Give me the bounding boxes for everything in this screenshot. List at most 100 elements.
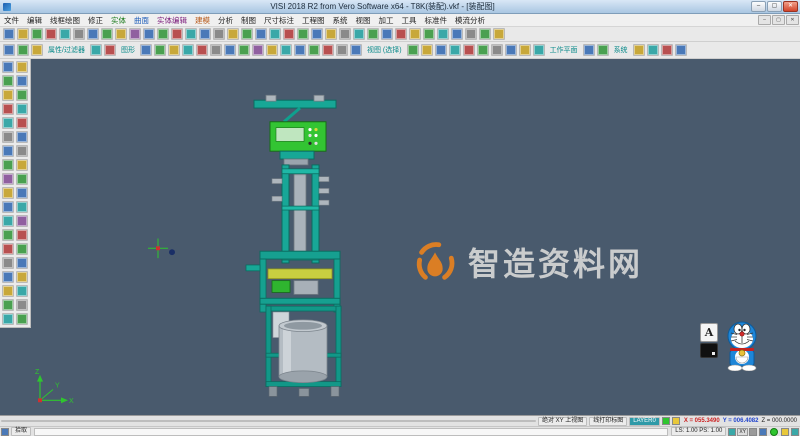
tool-icon[interactable] xyxy=(632,44,645,56)
tool-icon[interactable] xyxy=(139,44,152,56)
menu-item[interactable]: 实体编辑 xyxy=(153,15,191,26)
tool-icon[interactable] xyxy=(16,173,28,185)
tool-icon[interactable] xyxy=(73,28,85,40)
tool-icon[interactable] xyxy=(406,44,419,56)
menu-item[interactable]: 建模 xyxy=(191,15,214,26)
layer-color-chip[interactable] xyxy=(661,417,670,425)
menu-item[interactable]: 工程图 xyxy=(298,15,329,26)
tool-icon[interactable] xyxy=(143,28,155,40)
tool-icon[interactable] xyxy=(2,103,14,115)
tool-icon[interactable] xyxy=(16,243,28,255)
highlight-toggle-icon[interactable] xyxy=(781,427,789,436)
snap-mode-label[interactable]: 拾取 xyxy=(11,427,32,436)
menu-item[interactable]: 模流分析 xyxy=(451,15,489,26)
tool-icon[interactable] xyxy=(16,89,28,101)
tool-icon[interactable] xyxy=(16,257,28,269)
tool-icon[interactable] xyxy=(17,28,29,40)
xy-plane-toggle[interactable]: XY xyxy=(737,427,748,436)
tool-icon[interactable] xyxy=(185,28,197,40)
grid-toggle-icon[interactable] xyxy=(728,427,737,436)
tool-icon[interactable] xyxy=(2,159,14,171)
tool-icon[interactable] xyxy=(367,28,379,40)
tool-icon[interactable] xyxy=(349,44,362,56)
tool-icon[interactable] xyxy=(2,257,14,269)
tool-icon[interactable] xyxy=(2,243,14,255)
tool-icon[interactable] xyxy=(2,201,14,213)
tool-icon[interactable] xyxy=(17,44,29,56)
tool-icon[interactable] xyxy=(465,28,477,40)
tool-icon[interactable] xyxy=(490,44,503,56)
tool-icon[interactable] xyxy=(2,187,14,199)
text-style-dark-swatch[interactable] xyxy=(700,343,718,358)
snap-toggle-icon[interactable] xyxy=(759,427,767,436)
view-mode-indicator[interactable]: 线打印标图 xyxy=(589,416,628,426)
tool-icon[interactable] xyxy=(2,173,14,185)
tool-icon[interactable] xyxy=(3,28,15,40)
tool-icon[interactable] xyxy=(321,44,334,56)
tool-icon[interactable] xyxy=(171,28,183,40)
pen-color-chip[interactable] xyxy=(671,417,680,425)
tool-icon[interactable] xyxy=(423,28,435,40)
tool-icon[interactable] xyxy=(31,28,43,40)
tool-icon[interactable] xyxy=(16,201,28,213)
mdi-restore-button[interactable]: ▢ xyxy=(772,15,785,25)
tool-icon[interactable] xyxy=(279,44,292,56)
tool-icon[interactable] xyxy=(16,229,28,241)
tool-icon[interactable] xyxy=(2,299,14,311)
restore-button[interactable]: ▢ xyxy=(767,1,782,12)
tool-icon[interactable] xyxy=(199,28,211,40)
tool-icon[interactable] xyxy=(16,187,28,199)
tool-icon[interactable] xyxy=(16,299,28,311)
tool-icon[interactable] xyxy=(16,61,28,73)
tool-icon[interactable] xyxy=(157,28,169,40)
tool-icon[interactable] xyxy=(59,28,71,40)
tool-icon[interactable] xyxy=(209,44,222,56)
mdi-minimize-button[interactable]: – xyxy=(758,15,771,25)
tool-icon[interactable] xyxy=(420,44,433,56)
command-input[interactable] xyxy=(34,427,669,436)
tool-icon[interactable] xyxy=(16,145,28,157)
tool-icon[interactable] xyxy=(353,28,365,40)
tool-icon[interactable] xyxy=(227,28,239,40)
tool-icon[interactable] xyxy=(223,44,236,56)
tool-icon[interactable] xyxy=(167,44,180,56)
tool-icon[interactable] xyxy=(395,28,407,40)
tool-icon[interactable] xyxy=(335,44,348,56)
menu-item[interactable]: 标准件 xyxy=(421,15,452,26)
tool-icon[interactable] xyxy=(237,44,250,56)
text-style-panel[interactable]: A xyxy=(700,323,718,358)
tool-icon[interactable] xyxy=(269,28,281,40)
tool-icon[interactable] xyxy=(3,44,15,56)
tool-icon[interactable] xyxy=(532,44,545,56)
tool-icon[interactable] xyxy=(283,28,295,40)
tool-icon[interactable] xyxy=(129,28,141,40)
tool-icon[interactable] xyxy=(437,28,449,40)
menu-item[interactable]: 制图 xyxy=(237,15,260,26)
menu-item[interactable]: 视图 xyxy=(352,15,375,26)
tool-icon[interactable] xyxy=(297,28,309,40)
tool-icon[interactable] xyxy=(2,271,14,283)
tool-icon[interactable] xyxy=(2,117,14,129)
mdi-close-button[interactable]: ✕ xyxy=(786,15,799,25)
tool-icon[interactable] xyxy=(16,75,28,87)
tool-icon[interactable] xyxy=(582,44,595,56)
tool-icon[interactable] xyxy=(89,44,102,56)
minimize-button[interactable]: – xyxy=(751,1,766,12)
tool-icon[interactable] xyxy=(2,131,14,143)
tool-icon[interactable] xyxy=(16,103,28,115)
text-style-preview[interactable]: A xyxy=(700,323,718,342)
viewport-canvas[interactable]: Z X Y 智造资料网 A xyxy=(0,59,800,415)
menu-item[interactable]: 修正 xyxy=(84,15,107,26)
tool-icon[interactable] xyxy=(2,89,14,101)
tool-icon[interactable] xyxy=(493,28,505,40)
menu-item[interactable]: 分析 xyxy=(214,15,237,26)
tool-icon[interactable] xyxy=(16,131,28,143)
tool-icon[interactable] xyxy=(307,44,320,56)
tool-icon[interactable] xyxy=(101,28,113,40)
tool-icon[interactable] xyxy=(2,313,14,325)
tool-icon[interactable] xyxy=(479,28,491,40)
tool-icon[interactable] xyxy=(293,44,306,56)
tool-icon[interactable] xyxy=(2,61,14,73)
tool-icon[interactable] xyxy=(434,44,447,56)
tool-icon[interactable] xyxy=(409,28,421,40)
